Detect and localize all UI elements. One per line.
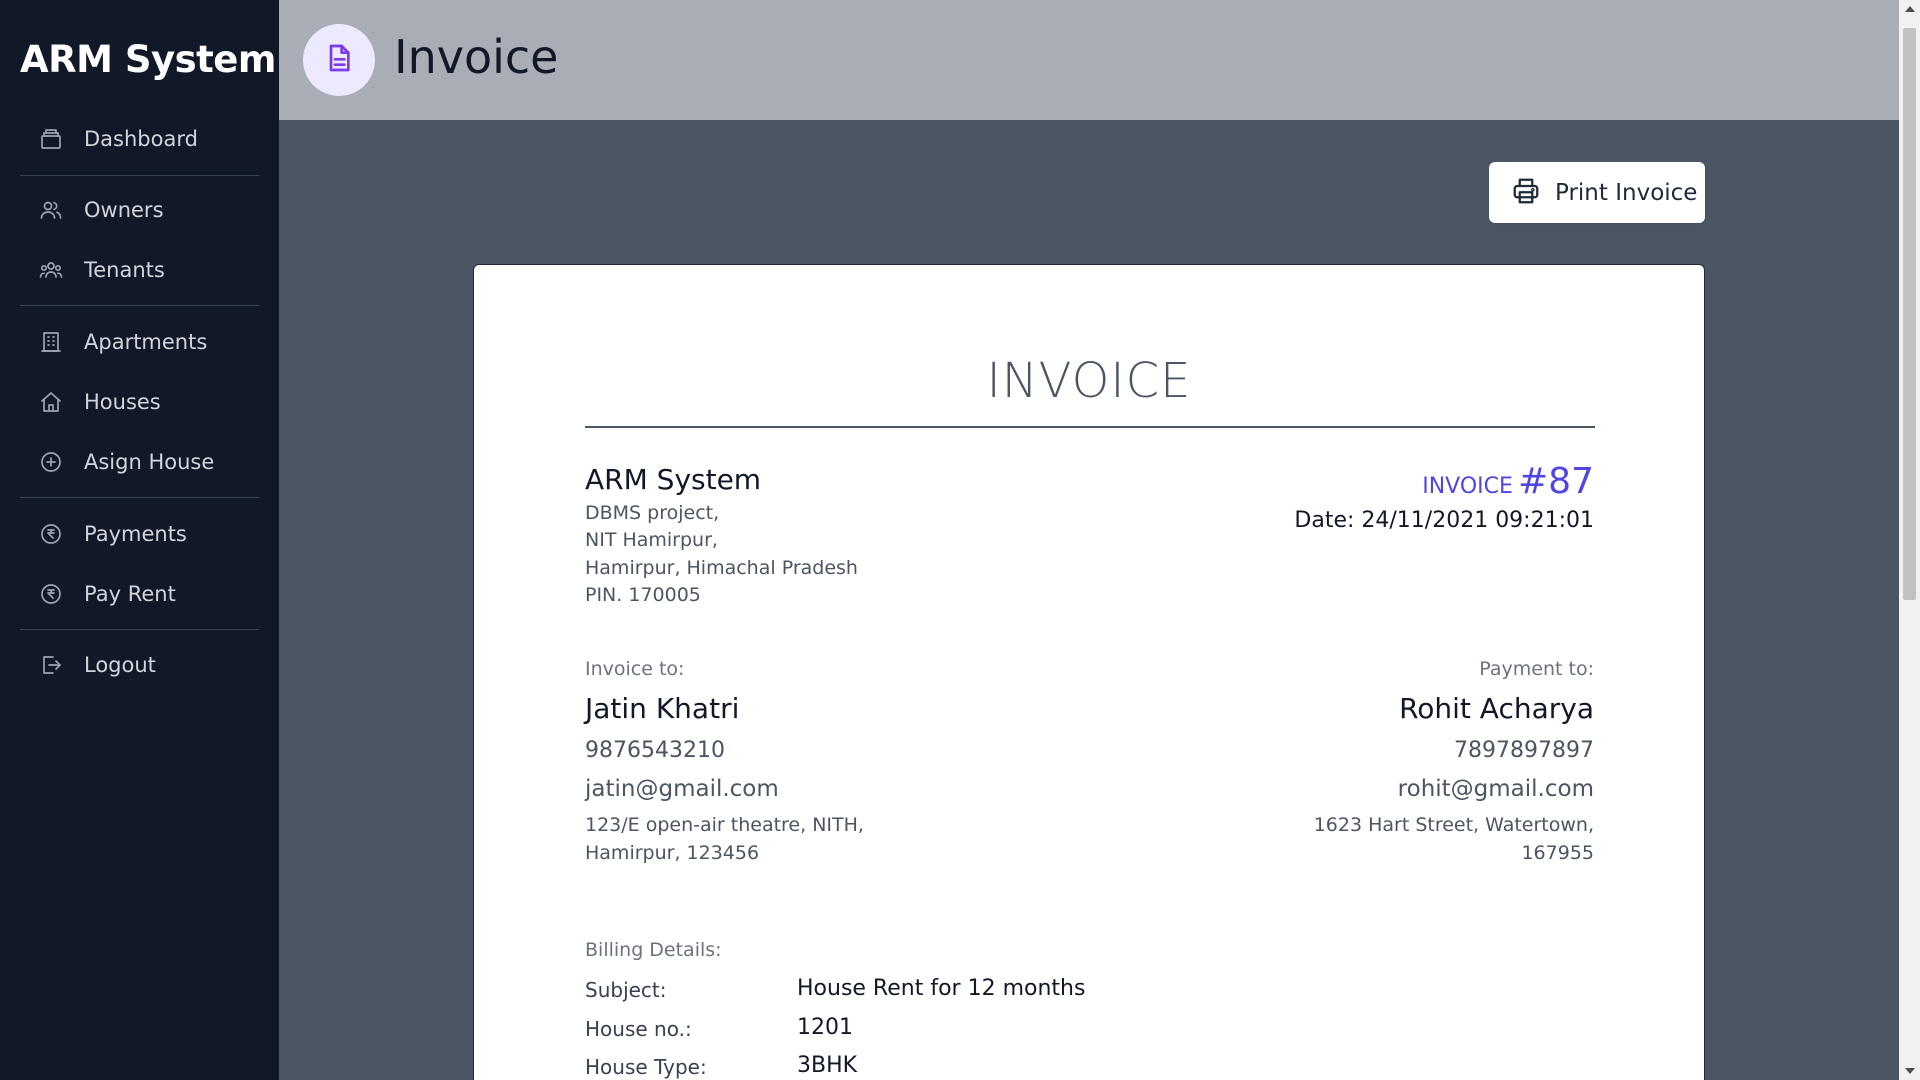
sidebar-item-apartments[interactable]: Apartments	[20, 319, 260, 365]
invoice-to-name: Jatin Khatri	[585, 692, 740, 725]
invoice-to-address-line: Hamirpur, 123456	[585, 842, 760, 864]
payment-to-caption: Payment to:	[1479, 658, 1594, 680]
rupee-circle-icon	[38, 521, 64, 547]
page-header: Invoice	[279, 0, 1899, 120]
print-invoice-button[interactable]: Print Invoice	[1489, 162, 1705, 223]
sidebar-item-owners[interactable]: Owners	[20, 187, 260, 233]
billing-subject-value: House Rent for 12 months	[797, 976, 1086, 1001]
invoice-to-email: jatin@gmail.com	[585, 776, 779, 802]
company-address-line: Hamirpur, Himachal Pradesh	[585, 557, 858, 579]
user-group-icon	[38, 257, 64, 283]
invoice-date: Date: 24/11/2021 09:21:01	[1294, 508, 1594, 533]
sidebar-item-label: Asign House	[84, 450, 215, 474]
payment-to-phone: 7897897897	[1454, 738, 1594, 763]
invoice-heading: INVOICE	[986, 353, 1192, 409]
sidebar-item-label: Logout	[84, 653, 156, 677]
document-text-icon	[323, 42, 355, 78]
payment-to-address-line: 1623 Hart Street, Watertown,	[1313, 814, 1594, 836]
sidebar-item-label: Houses	[84, 390, 161, 414]
brand-title: ARM System	[20, 38, 276, 81]
billing-house-no-key: House no.:	[585, 1017, 692, 1041]
scroll-up-icon[interactable]	[1905, 6, 1915, 12]
sidebar-item-label: Owners	[84, 198, 164, 222]
logout-icon	[38, 652, 64, 678]
billing-house-no-value: 1201	[797, 1015, 853, 1040]
nav-divider	[20, 497, 259, 498]
scrollbar[interactable]	[1899, 0, 1920, 1080]
page-title: Invoice	[394, 30, 559, 84]
archive-icon	[38, 126, 64, 152]
sidebar-item-asign-house[interactable]: Asign House	[20, 439, 260, 485]
invoice-number-label: INVOICE	[1422, 474, 1513, 499]
invoice-to-caption: Invoice to:	[585, 658, 685, 680]
payment-to-address-line: 167955	[1521, 842, 1594, 864]
sidebar-item-label: Payments	[84, 522, 187, 546]
users-icon	[38, 197, 64, 223]
invoice-to-address-line: 123/E open-air theatre, NITH,	[585, 814, 864, 836]
nav-divider	[20, 629, 259, 630]
invoice-number-value: #87	[1518, 461, 1594, 502]
sidebar: ARM System Dashboard Owners Tenants Apar…	[0, 0, 279, 1080]
scroll-down-icon[interactable]	[1905, 1068, 1915, 1074]
print-invoice-label: Print Invoice	[1555, 179, 1698, 206]
company-address-line: DBMS project,	[585, 502, 720, 524]
sidebar-item-label: Apartments	[84, 330, 208, 354]
sidebar-item-pay-rent[interactable]: Pay Rent	[20, 571, 260, 617]
home-icon	[38, 389, 64, 415]
payment-to-name: Rohit Acharya	[1399, 692, 1594, 725]
sidebar-item-houses[interactable]: Houses	[20, 379, 260, 425]
nav-divider	[20, 175, 259, 176]
invoice-number: INVOICE #87	[1422, 461, 1594, 502]
billing-house-type-value: 3BHK	[797, 1053, 858, 1078]
billing-house-type-key: House Type:	[585, 1055, 707, 1079]
plus-circle-icon	[38, 449, 64, 475]
sidebar-item-logout[interactable]: Logout	[20, 642, 260, 688]
sidebar-item-dashboard[interactable]: Dashboard	[20, 116, 260, 162]
billing-subject-key: Subject:	[585, 978, 667, 1002]
sidebar-item-label: Pay Rent	[84, 582, 176, 606]
invoice-card: INVOICE ARM System DBMS project, NIT Ham…	[473, 264, 1705, 1080]
invoice-divider	[585, 426, 1595, 428]
nav-divider	[20, 305, 259, 306]
sidebar-item-payments[interactable]: Payments	[20, 511, 260, 557]
billing-caption: Billing Details:	[585, 939, 722, 961]
header-badge	[303, 24, 375, 96]
sidebar-item-tenants[interactable]: Tenants	[20, 247, 260, 293]
sidebar-item-label: Dashboard	[84, 127, 198, 151]
invoice-to-phone: 9876543210	[585, 738, 725, 763]
company-pin: PIN. 170005	[585, 584, 701, 606]
rupee-circle-icon	[38, 581, 64, 607]
office-building-icon	[38, 329, 64, 355]
sidebar-item-label: Tenants	[84, 258, 165, 282]
company-name: ARM System	[585, 463, 762, 496]
company-address-line: NIT Hamirpur,	[585, 529, 718, 551]
payment-to-email: rohit@gmail.com	[1397, 776, 1594, 802]
printer-icon	[1489, 176, 1541, 210]
scroll-thumb[interactable]	[1903, 28, 1916, 600]
